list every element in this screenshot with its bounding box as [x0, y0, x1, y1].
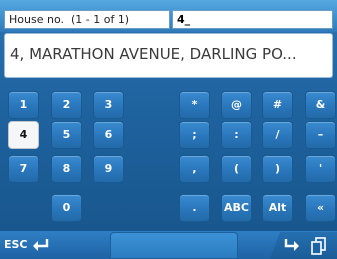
key-colon[interactable]: : — [221, 121, 252, 149]
key-apostrophe[interactable]: ' — [305, 155, 336, 183]
house-number-input[interactable]: 4_ — [172, 10, 333, 29]
key-0[interactable]: 0 — [51, 194, 82, 222]
key-9[interactable]: 9 — [93, 155, 124, 183]
copy-pages-icon[interactable] — [311, 237, 327, 255]
key-guillemet[interactable]: « — [305, 194, 336, 222]
key-3[interactable]: 3 — [93, 91, 124, 119]
key-comma[interactable]: , — [179, 155, 210, 183]
key-6[interactable]: 6 — [93, 121, 124, 149]
return-arrow-icon[interactable] — [32, 237, 50, 253]
key-7[interactable]: 7 — [8, 155, 39, 183]
input-bar: House no. (1 - 1 of 1) 4_ — [0, 0, 337, 32]
key-ampersand[interactable]: & — [305, 91, 336, 119]
key-right-paren[interactable]: ) — [262, 155, 293, 183]
key-period[interactable]: . — [179, 194, 210, 222]
key-5[interactable]: 5 — [51, 121, 82, 149]
key-asterisk[interactable]: * — [179, 91, 210, 119]
address-result[interactable]: 4, MARATHON AVENUE, DARLING PO... — [4, 33, 333, 78]
key-abc[interactable]: ABC — [221, 194, 252, 222]
center-bottom-button[interactable] — [110, 232, 238, 259]
key-8[interactable]: 8 — [51, 155, 82, 183]
key-left-paren[interactable]: ( — [221, 155, 252, 183]
key-alt[interactable]: Alt — [262, 194, 293, 222]
esc-button[interactable]: ESC — [4, 231, 28, 259]
key-2[interactable]: 2 — [51, 91, 82, 119]
key-dash[interactable]: – — [305, 121, 336, 149]
enter-arrow-icon[interactable] — [284, 237, 300, 253]
keyboard-screen: House no. (1 - 1 of 1) 4_ 4, MARATHON AV… — [0, 0, 337, 259]
field-label: House no. (1 - 1 of 1) — [4, 10, 170, 29]
key-4[interactable]: 4 — [8, 121, 39, 149]
bottom-bar: ESC — [0, 231, 337, 259]
key-at[interactable]: @ — [221, 91, 252, 119]
key-hash[interactable]: # — [262, 91, 293, 119]
key-1[interactable]: 1 — [8, 91, 39, 119]
key-slash[interactable]: / — [262, 121, 293, 149]
key-semicolon[interactable]: ; — [179, 121, 210, 149]
